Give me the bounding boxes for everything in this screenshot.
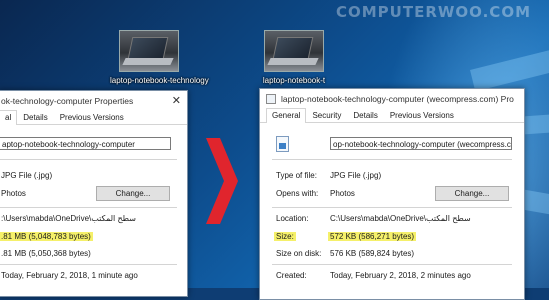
window-title: ok-technology-computer Properties (1, 95, 134, 106)
general-pane: op-notebook-technology-computer (wecompr… (260, 123, 524, 299)
properties-window-compressed: laptop-notebook-technology-computer (wec… (259, 88, 525, 300)
file-type-icon (266, 93, 276, 104)
desktop-icon-label: laptop-notebook-technology (110, 76, 209, 85)
title-bar: ok-technology-computer Properties ✕ (0, 91, 187, 110)
tab-strip: al Details Previous Versions (0, 110, 187, 125)
tab-previous-versions[interactable]: Previous Versions (384, 108, 460, 122)
change-button[interactable]: Change... (96, 186, 170, 201)
desktop-file-icon[interactable]: laptop-notebook-t (255, 30, 333, 85)
created-label: Created: (276, 271, 307, 280)
watermark: COMPUTERWOO.COM (336, 3, 531, 21)
image-file-icon (276, 136, 289, 152)
type-label: Type of file: (276, 171, 317, 180)
image-thumbnail (119, 30, 179, 72)
location-value: :\Users\mabda\OneDrive\سطح المكتب (1, 214, 136, 223)
properties-window-original: ok-technology-computer Properties ✕ al D… (0, 90, 188, 297)
file-type-value: JPG File (.jpg) (1, 171, 53, 180)
close-icon[interactable]: ✕ (172, 94, 181, 107)
general-pane: aptop-notebook-technology-computer JPG F… (0, 125, 187, 296)
divider (0, 159, 177, 160)
created-value: Today, February 2, 2018, 2 minutes ago (330, 271, 471, 280)
location-value: C:\Users\mabda\OneDrive\سطح المكتب (330, 214, 471, 223)
divider (272, 159, 512, 160)
tab-details[interactable]: Details (347, 108, 383, 122)
size-value: .81 MB (5,048,783 bytes) (0, 232, 93, 241)
desktop-icon-label: laptop-notebook-t (262, 76, 326, 85)
tab-general[interactable]: al (0, 110, 18, 125)
image-thumbnail (264, 30, 324, 72)
opens-with-label: Opens with: (276, 189, 319, 198)
location-label: Location: (276, 214, 309, 223)
desktop-file-icon[interactable]: laptop-notebook-technology (110, 30, 209, 85)
window-title: laptop-notebook-technology-computer (wec… (281, 93, 514, 104)
tab-previous-versions[interactable]: Previous Versions (54, 110, 130, 124)
opens-with-value: Photos (1, 189, 26, 198)
divider (272, 264, 512, 265)
opens-with-value: Photos (330, 189, 355, 198)
comparison-arrow-icon (206, 138, 238, 224)
size-on-disk-value: 576 KB (589,824 bytes) (330, 249, 415, 258)
title-bar: laptop-notebook-technology-computer (wec… (260, 89, 524, 108)
size-on-disk-value: .81 MB (5,050,368 bytes) (1, 249, 91, 258)
tab-details[interactable]: Details (17, 110, 53, 124)
size-value: 572 KB (586,271 bytes) (328, 232, 417, 241)
tab-security[interactable]: Security (306, 108, 347, 122)
divider (0, 207, 177, 208)
change-button[interactable]: Change... (435, 186, 509, 201)
size-on-disk-label: Size on disk: (276, 249, 322, 258)
file-type-value: JPG File (.jpg) (330, 171, 382, 180)
tab-strip: General Security Details Previous Versio… (260, 108, 524, 123)
filename-field[interactable]: op-notebook-technology-computer (wecompr… (330, 137, 512, 150)
filename-field[interactable]: aptop-notebook-technology-computer (0, 137, 171, 150)
tab-general[interactable]: General (266, 108, 307, 123)
wallpaper-light-beam (470, 43, 549, 92)
divider (0, 264, 177, 265)
divider (272, 207, 512, 208)
created-value: Today, February 2, 2018, 1 minute ago (1, 271, 138, 280)
size-label: Size: (274, 232, 296, 241)
